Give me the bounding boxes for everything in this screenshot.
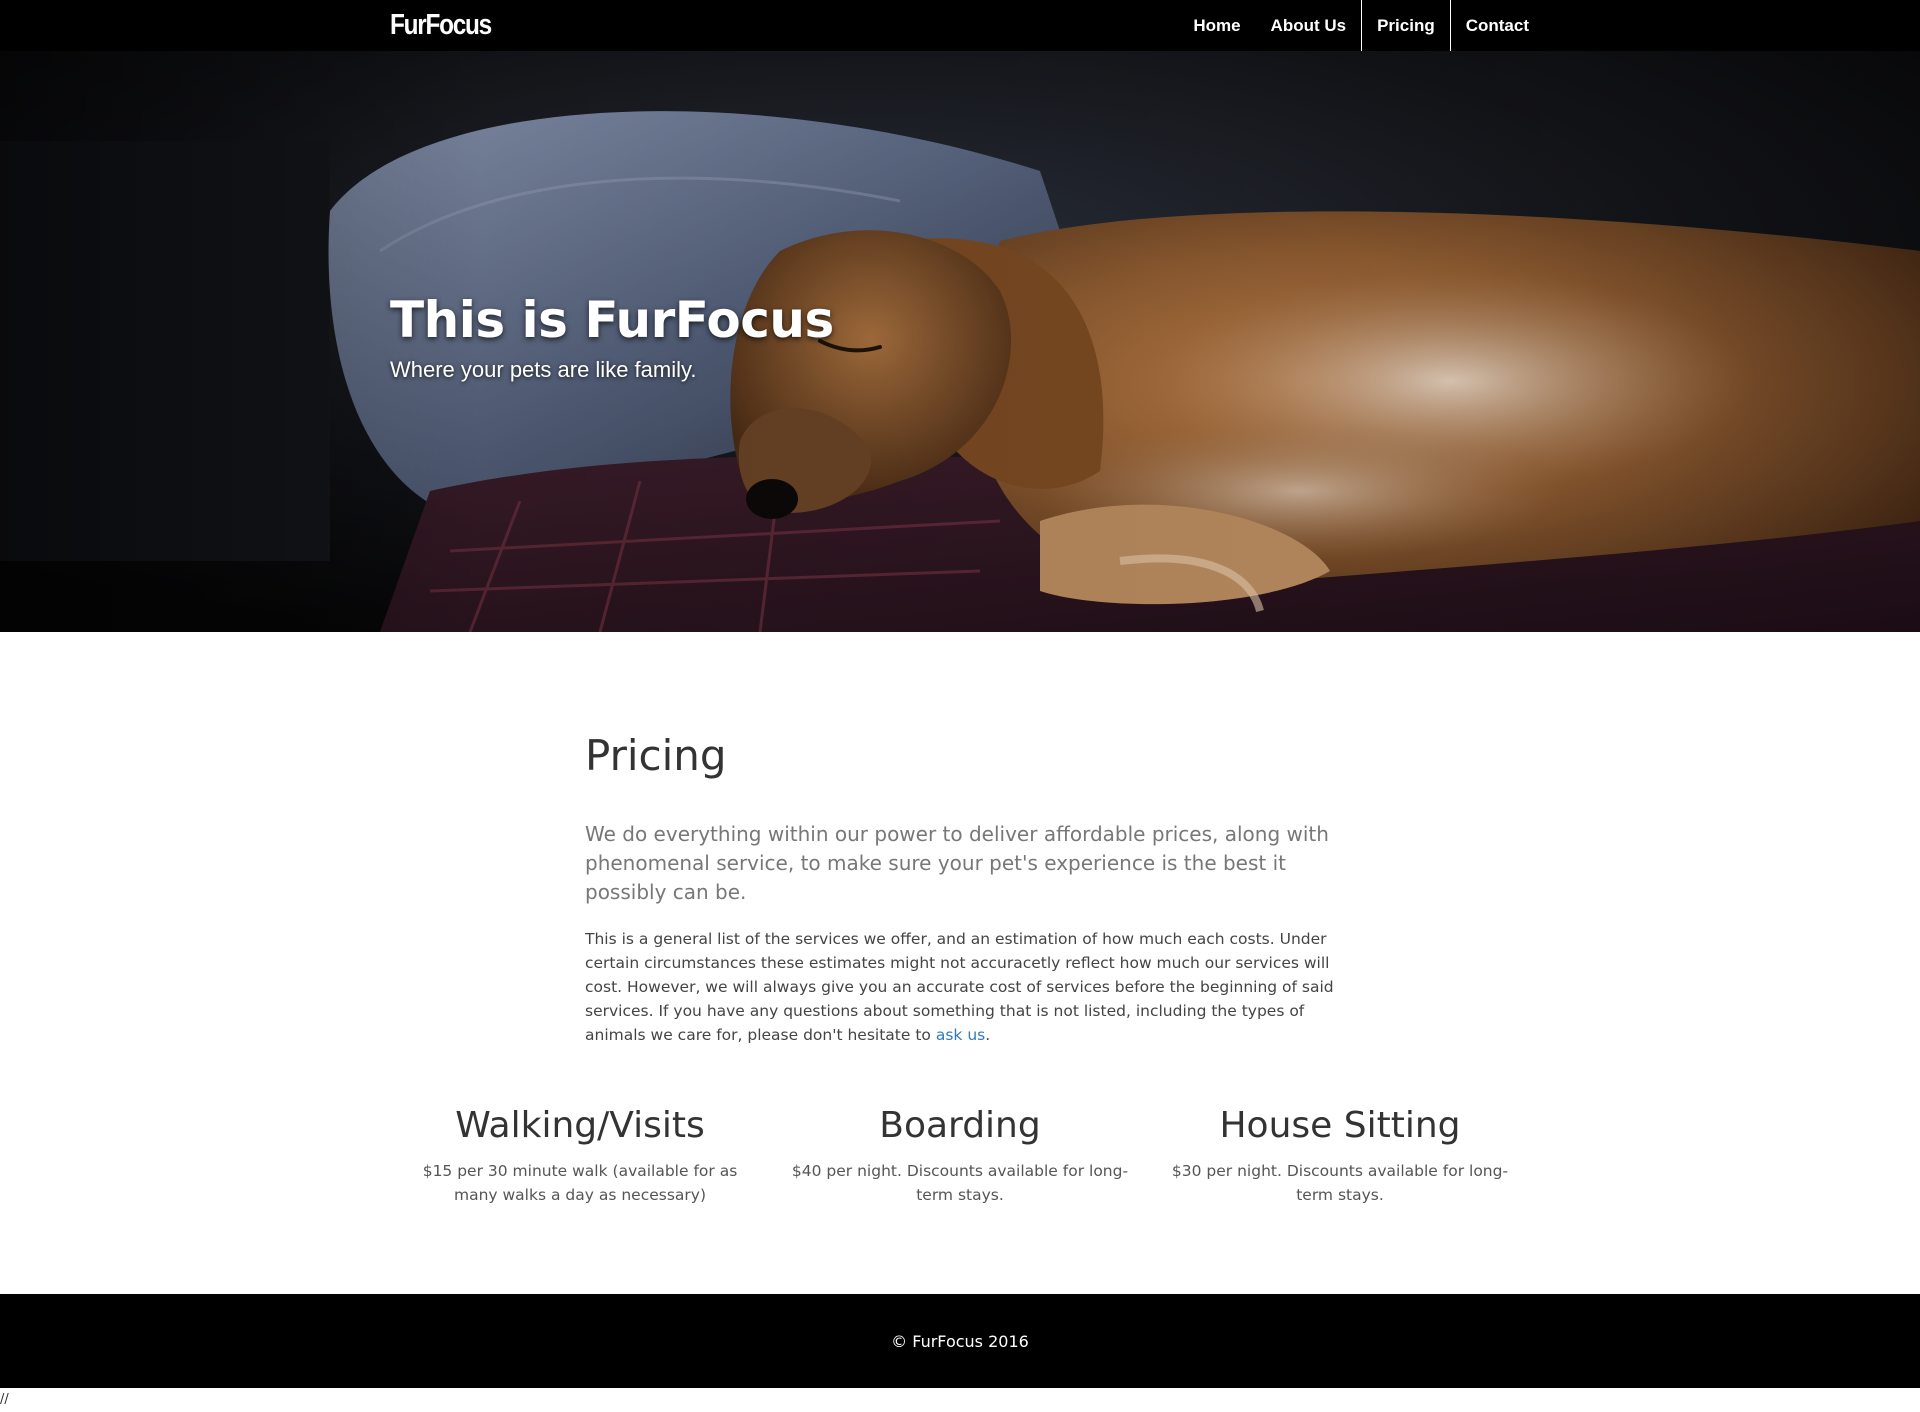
nav-item-about-us[interactable]: About Us [1256,0,1362,51]
nav-item-pricing[interactable]: Pricing [1361,0,1451,51]
footer-copyright: © FurFocus 2016 [891,1331,1029,1351]
ask-us-link[interactable]: ask us [936,1026,985,1044]
hero-title: This is FurFocus [390,291,834,349]
service-title: House Sitting [1219,1105,1461,1146]
service-house-sitting: House Sitting $30 per night. Discounts a… [1150,1095,1530,1207]
service-boarding: Boarding $40 per night. Discounts availa… [770,1095,1150,1207]
service-description: $15 per 30 minute walk (available for as… [422,1162,738,1204]
hero-sleeping-dog-image [0,51,1920,632]
hero-subtitle: Where your pets are like family. [390,357,697,382]
navbar: FurFocus Home About Us Pricing Contact [0,0,1920,51]
footer: © FurFocus 2016 [0,1294,1920,1388]
service-description: $30 per night. Discounts available for l… [1171,1162,1509,1204]
nav-menu: Home About Us Pricing Contact [1178,0,1544,51]
body-paragraph: This is a general list of the services w… [585,927,1335,1047]
service-description: $40 per night. Discounts available for l… [791,1162,1129,1204]
service-title: Walking/Visits [455,1105,705,1146]
services-list: Walking/Visits $15 per 30 minute walk (a… [390,1095,1530,1207]
lead-paragraph: We do everything within our power to del… [585,822,1329,904]
service-walking-visits: Walking/Visits $15 per 30 minute walk (a… [390,1095,770,1207]
page-title: Pricing [585,731,727,780]
service-title: Boarding [879,1105,1041,1146]
body-text-after-link: . [985,1026,991,1044]
pricing-section: Pricing We do everything within our powe… [585,720,1335,1047]
nav-item-home[interactable]: Home [1178,0,1255,51]
nav-item-contact[interactable]: Contact [1451,0,1544,51]
stray-text: // [0,1392,9,1407]
brand-logo[interactable]: FurFocus [390,8,492,42]
hero-banner: This is FurFocus Where your pets are lik… [0,51,1920,632]
